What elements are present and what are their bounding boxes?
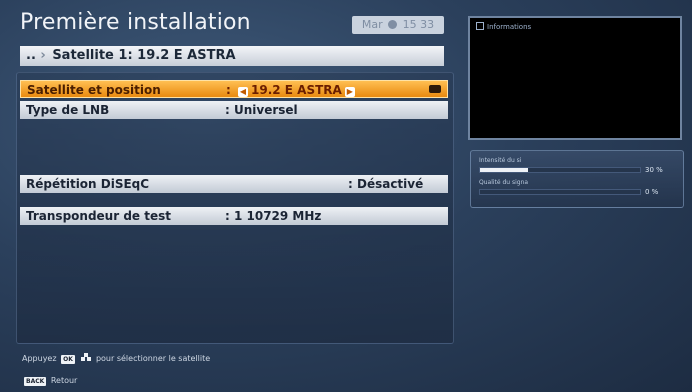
breadcrumb-prefix: .. <box>26 48 36 63</box>
menu-row-value: : Désactivé <box>348 177 424 191</box>
footer-back: BACK Retour <box>22 376 77 386</box>
signal-panel: Intensité du si 30 % Qualité du signa 0 … <box>470 150 684 208</box>
menu-row-satellite-position[interactable]: Satellite et position : ◀ 19.2 E ASTRA ▶ <box>20 80 448 98</box>
clock-day: Mar <box>361 18 383 31</box>
back-key-icon: BACK <box>24 377 47 386</box>
menu-row-lnb-type[interactable]: Type de LNB : Universel <box>20 101 448 119</box>
clock: Mar 15 33 <box>352 16 444 34</box>
chevron-right-icon: › <box>40 48 46 63</box>
arrow-left-icon[interactable]: ◀ <box>238 87 248 97</box>
menu-row-label: Répétition DiSEqC <box>26 177 150 191</box>
arrow-right-icon[interactable]: ▶ <box>344 87 355 97</box>
breadcrumb: .. › Satellite 1: 19.2 E ASTRA <box>20 46 444 66</box>
menu-row-value: : Universel <box>225 103 298 117</box>
info-panel-header: Informations <box>476 22 531 31</box>
menu-row-test-transponder[interactable]: Transpondeur de test : 1 10729 MHz <box>20 207 448 225</box>
menu-row-value: : 1 10729 MHz <box>225 209 322 223</box>
menu-row-value: : ◀ 19.2 E ASTRA ▶ <box>226 81 358 99</box>
info-panel: Informations <box>468 16 682 140</box>
menu-row-diseqc-repeat[interactable]: Répétition DiSEqC : Désactivé <box>20 175 448 193</box>
satellite-value: 19.2 E ASTRA <box>251 83 342 97</box>
clock-icon <box>388 20 398 29</box>
direction-keys-icon <box>81 353 92 362</box>
page-title: Première installation <box>20 10 251 35</box>
hint-prefix: Appuyez <box>22 354 57 363</box>
ok-key-icon: OK <box>61 355 75 364</box>
quality-label: Qualité du signa <box>479 179 529 186</box>
menu-row-label: Satellite et position <box>27 83 161 97</box>
breadcrumb-label: Satellite 1: 19.2 E ASTRA <box>52 48 236 63</box>
intensity-bar-fill <box>480 168 528 172</box>
menu-row-label: Type de LNB <box>26 103 110 117</box>
quality-value: 0 % <box>645 188 659 196</box>
back-label[interactable]: Retour <box>51 376 78 385</box>
ok-indicator-icon <box>429 85 441 93</box>
info-panel-title: Informations <box>487 23 532 31</box>
hint-suffix: pour sélectionner le satellite <box>95 354 211 363</box>
separator: : <box>226 83 231 97</box>
menu-row-label: Transpondeur de test <box>26 209 171 223</box>
clock-time: 15 33 <box>402 18 435 31</box>
intensity-bar <box>479 167 641 173</box>
intensity-label: Intensité du si <box>479 157 522 164</box>
intensity-value: 30 % <box>645 166 663 174</box>
info-icon <box>476 22 484 30</box>
quality-bar <box>479 189 641 195</box>
footer-hint: Appuyez OK pour sélectionner le satellit… <box>22 353 210 364</box>
